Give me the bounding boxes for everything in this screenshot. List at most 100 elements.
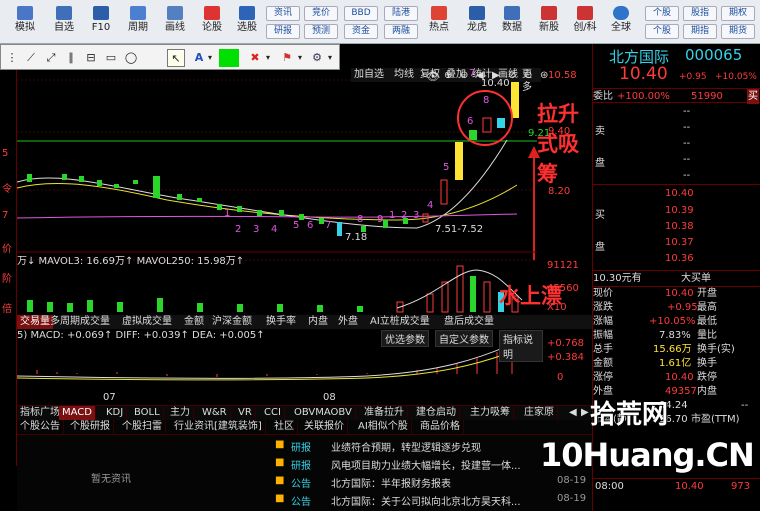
toolbar-watchlist[interactable]: 自选 <box>49 0 79 44</box>
funds-button[interactable]: 资金 <box>344 24 378 39</box>
indicator-help-button[interactable]: 指标说明 <box>499 330 543 362</box>
tab-virtual-volume[interactable]: 虚拟成交量 <box>119 315 175 329</box>
eye-icon[interactable]: 👁 <box>426 70 440 83</box>
chevron-down-icon[interactable]: ▾ <box>263 49 273 67</box>
news-item[interactable]: ■ 公告 北方国际：关于公司拟向北京北方昊天科... 08-19 <box>273 492 592 508</box>
toolbar-simulate[interactable]: 模拟 <box>10 0 40 44</box>
news-tag: 研报 <box>291 461 311 472</box>
toolbar-drawline[interactable]: 画线 <box>160 0 190 44</box>
tab-ready-pull[interactable]: 准备拉升 <box>361 406 408 421</box>
custom-params-button[interactable]: 自定义参数 <box>435 330 493 347</box>
ellipse-tool-icon[interactable]: ◯ <box>123 49 139 67</box>
tab-vr[interactable]: VR <box>235 406 256 421</box>
index-tab-button[interactable]: 股指 <box>683 6 717 21</box>
cursor-tool-icon[interactable]: ↖ <box>167 49 185 67</box>
research-button[interactable]: 研报 <box>266 24 300 39</box>
prev-icon[interactable]: ◀ <box>569 407 577 418</box>
news-title: 风电项目助力业绩大幅增长，投建营一体... <box>331 461 521 472</box>
macd-axis-label: +0.768 <box>547 338 585 349</box>
stock-tab-button[interactable]: 个股 <box>645 6 679 21</box>
tab-stock-notice[interactable]: 个股公告 <box>17 420 64 435</box>
news-item[interactable]: ■ 公告 北方国际：半年报财务报表 08-19 <box>273 474 592 490</box>
tab-wr[interactable]: W&R <box>199 406 231 421</box>
stat-value: 7.83% <box>659 330 691 341</box>
bookmark-icon[interactable]: ⚑ <box>279 49 295 67</box>
tab-turnover[interactable]: 换手率 <box>263 315 299 329</box>
tab-amount[interactable]: 金额 <box>181 315 207 329</box>
toolbar-f10[interactable]: F10 <box>86 0 116 44</box>
next-icon[interactable]: ▶ <box>581 407 589 418</box>
ray-tool-icon[interactable]: ⤢ <box>43 49 59 67</box>
tab-multi-period-volume[interactable]: 多周期成交量 <box>47 315 113 329</box>
count-num: 4 <box>271 224 278 235</box>
tab-main-force[interactable]: 主力 <box>167 406 194 421</box>
zoom-out-icon[interactable]: ⊖ <box>460 70 468 81</box>
tab-boll[interactable]: BOLL <box>131 406 164 421</box>
option-tab-button[interactable]: 期权 <box>721 6 755 21</box>
tab-stock-mine[interactable]: 个股扫雷 <box>119 420 166 435</box>
tab-ai-volume[interactable]: AI立桩成交量 <box>367 315 433 329</box>
tab-obvmaobv[interactable]: OBVMAOBV <box>291 406 356 421</box>
margin-button[interactable]: 两融 <box>384 24 418 39</box>
stock-tab2-button[interactable]: 个股 <box>645 24 679 39</box>
hk-connect-button[interactable]: 陆港 <box>384 6 418 21</box>
kline-chart-area[interactable]: 加自选 均线 复权 叠加 统计 画线 更多 👁 ⊕ ⊖ ◀ ▶ ⊘ ⊙ ⊛ 10… <box>17 68 592 408</box>
tab-related-quote[interactable]: 关联报价 <box>301 420 348 435</box>
tab-commodity-price[interactable]: 商品价格 <box>417 420 464 435</box>
tab-stock-research[interactable]: 个股研报 <box>67 420 114 435</box>
chevron-down-icon[interactable]: ▾ <box>205 49 215 67</box>
chevron-down-icon[interactable]: ▾ <box>325 49 335 67</box>
tab-industry-news[interactable]: 行业资讯[建筑装饰] <box>171 420 266 435</box>
tab-community[interactable]: 社区 <box>271 420 298 435</box>
tab-dealer[interactable]: 庄家原 <box>521 406 558 421</box>
tab-indicator-plaza[interactable]: 指标广场 <box>17 406 64 421</box>
buy-label: 买 <box>595 210 605 221</box>
line-tool-icon[interactable]: ⟋ <box>23 49 39 67</box>
pickstock-icon <box>239 6 255 20</box>
tab-hs-amount[interactable]: 沪深金额 <box>209 315 255 329</box>
rect-tool-icon[interactable]: ▭ <box>103 49 119 67</box>
chart-tool-icon[interactable]: ⊙ <box>524 70 532 81</box>
optimal-params-button[interactable]: 优选参数 <box>381 330 429 347</box>
toolbar-data[interactable]: 数据 <box>497 0 527 44</box>
chevron-down-icon[interactable]: ▾ <box>295 49 305 67</box>
zoom-in-icon[interactable]: ⊕ <box>444 70 452 81</box>
tab-ma[interactable]: 均线 <box>391 68 417 82</box>
tick-time: 08:00 <box>595 481 624 492</box>
toolbar-dragon[interactable]: 龙虎 <box>462 0 492 44</box>
toolbar-period[interactable]: 周期 <box>123 0 153 44</box>
tab-add-watch[interactable]: 加自选 <box>351 68 387 82</box>
futures-index-button[interactable]: 期指 <box>683 24 717 39</box>
toolbar-ipo[interactable]: 新股 <box>534 0 564 44</box>
low-price-label: 7.18 <box>345 232 368 243</box>
tab-macd[interactable]: MACD <box>59 406 96 421</box>
news-bullet-icon: ■ <box>275 493 285 504</box>
tab-position-start[interactable]: 建仓启动 <box>413 406 460 421</box>
hline-tool-icon[interactable]: ⊟ <box>83 49 99 67</box>
tab-ai-similar[interactable]: AI相似个股 <box>355 420 412 435</box>
toolbar-pickstock[interactable]: 选股 <box>232 0 262 44</box>
bbd-button[interactable]: BBD <box>344 6 378 21</box>
discuss-icon <box>204 6 220 20</box>
forecast-button[interactable]: 预测 <box>304 24 338 39</box>
toolbar-hot[interactable]: 热点 <box>424 0 454 44</box>
watermark-cn: 拾荒网 <box>590 400 669 430</box>
tab-kdj[interactable]: KDJ <box>103 406 128 421</box>
toolbar-discuss[interactable]: 论股 <box>197 0 227 44</box>
auction-button[interactable]: 竞价 <box>304 6 338 21</box>
news-button[interactable]: 资讯 <box>266 6 300 21</box>
tab-after-hours-volume[interactable]: 盘后成交量 <box>441 315 497 329</box>
grip-icon[interactable]: ⋮ <box>5 49 19 67</box>
tab-cci[interactable]: CCI <box>261 406 285 421</box>
count-num: 6 <box>467 116 474 127</box>
tab-outer[interactable]: 外盘 <box>335 315 361 329</box>
channel-tool-icon[interactable]: ∥ <box>63 49 79 67</box>
settings-icon[interactable]: ⚙ <box>309 49 325 67</box>
toolbar-globe[interactable]: 全球 <box>606 0 636 44</box>
tab-main-absorb[interactable]: 主力吸筹 <box>467 406 514 421</box>
tab-inner[interactable]: 内盘 <box>305 315 331 329</box>
color-picker-swatch[interactable] <box>219 49 239 67</box>
delete-icon[interactable]: ✖ <box>247 49 263 67</box>
toolbar-chuangke[interactable]: 创/科 <box>570 0 600 44</box>
futures-button[interactable]: 期货 <box>721 24 755 39</box>
